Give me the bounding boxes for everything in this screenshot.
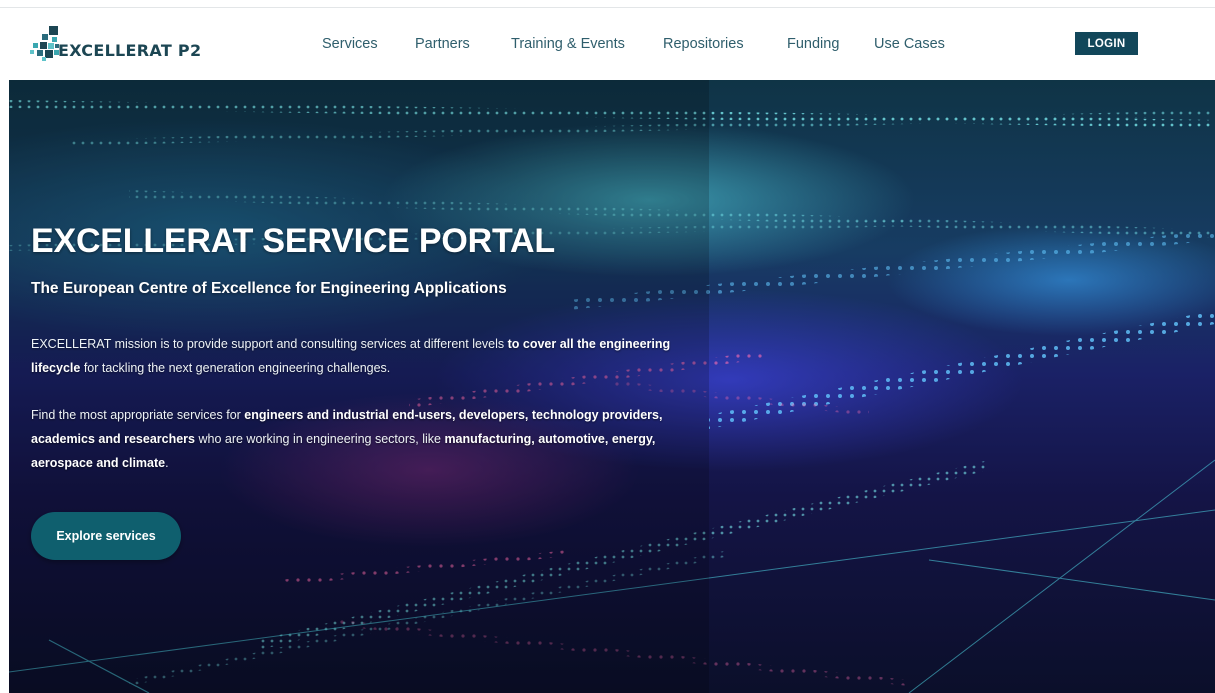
mission-text-end: for tackling the next generation enginee… [80, 361, 391, 375]
nav-item-use-cases[interactable]: Use Cases [874, 36, 945, 52]
audience-text: Find the most appropriate services for [31, 408, 245, 422]
nav-item-training-events[interactable]: Training & Events [511, 36, 625, 52]
mission-text: EXCELLERAT mission is to provide support… [31, 337, 508, 351]
nav-item-services[interactable]: Services [322, 36, 378, 52]
audience-text-end: . [165, 456, 169, 470]
hero-mission-paragraph: EXCELLERAT mission is to provide support… [31, 332, 671, 380]
pixel-cluster-logo-icon [30, 26, 59, 61]
nav-item-partners[interactable]: Partners [415, 36, 470, 52]
hero-audience-paragraph: Find the most appropriate services for e… [31, 403, 671, 475]
audience-text-middle: who are working in engineering sectors, … [195, 432, 445, 446]
site-logo[interactable]: EXCELLERAT P2 [30, 22, 201, 62]
site-header: EXCELLERAT P2 Services Partners Training… [0, 8, 1215, 80]
login-button[interactable]: LOGIN [1075, 32, 1138, 55]
nav-item-repositories[interactable]: Repositories [663, 36, 744, 52]
hero-background-graphic [9, 80, 1215, 693]
nav-item-funding[interactable]: Funding [787, 36, 839, 52]
brand-name: EXCELLERAT P2 [58, 41, 202, 60]
hero-banner: EXCELLERAT SERVICE PORTAL The European C… [9, 80, 1215, 693]
hero-title: EXCELLERAT SERVICE PORTAL [31, 222, 555, 260]
explore-services-button[interactable]: Explore services [31, 512, 181, 560]
hero-subtitle: The European Centre of Excellence for En… [31, 280, 507, 297]
